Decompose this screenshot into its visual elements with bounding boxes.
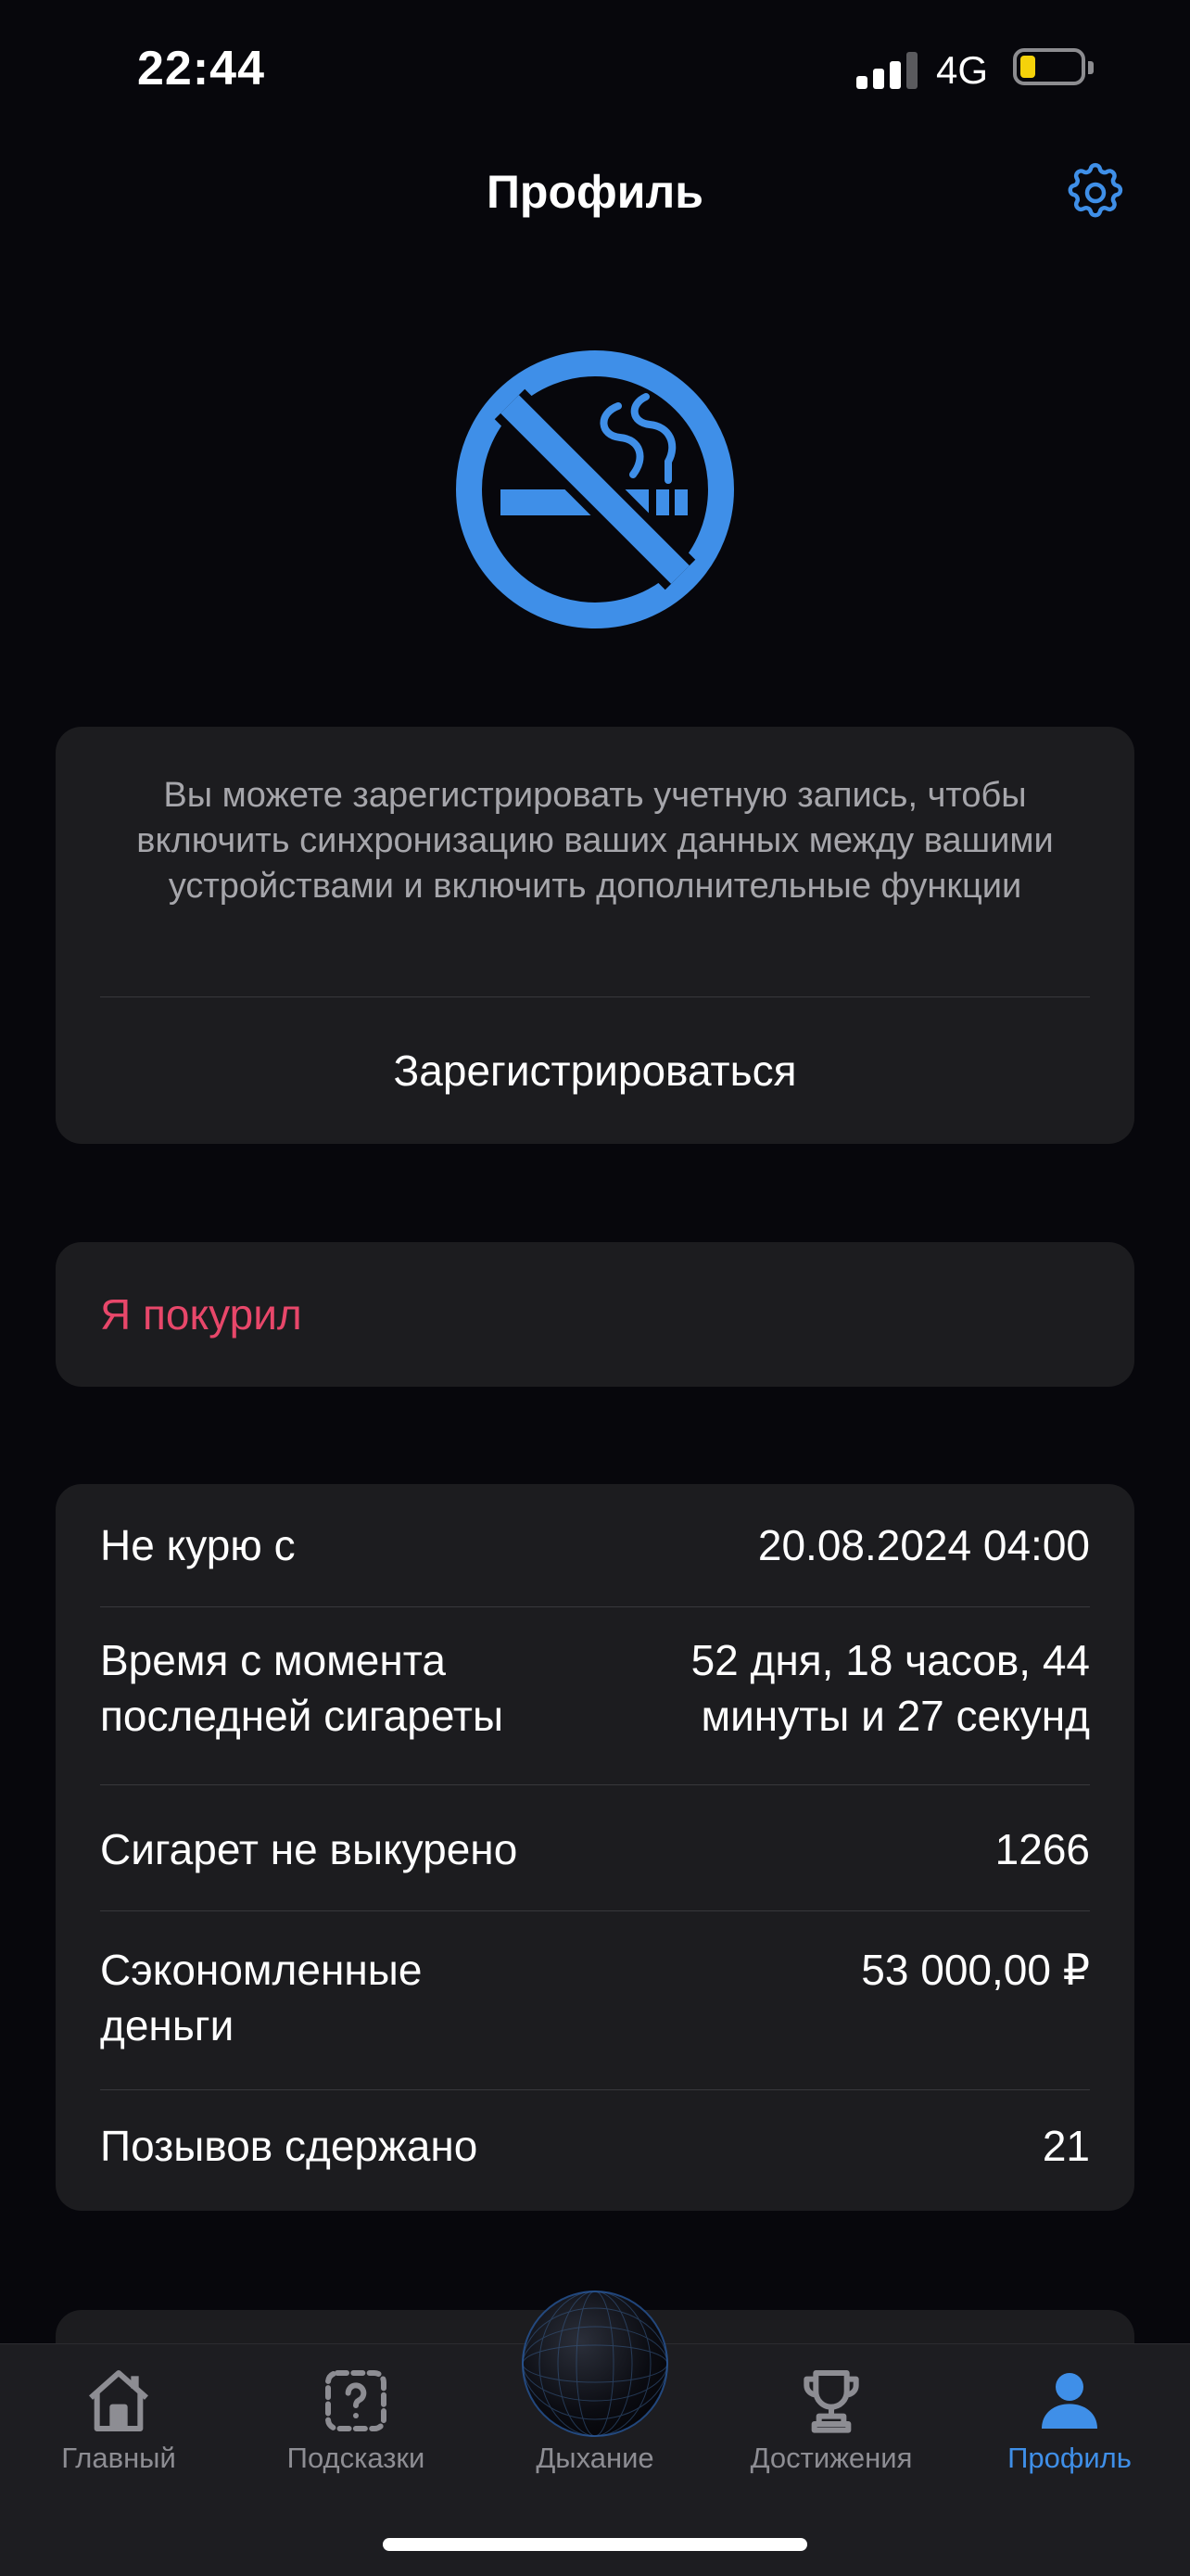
tab-label: Достижения [750, 2442, 913, 2474]
divider [100, 1910, 1090, 1911]
stat-label: Время с момента последней сигареты [100, 1636, 504, 1740]
battery-icon [1013, 48, 1085, 85]
i-smoked-button[interactable]: Я покурил [100, 1242, 302, 1387]
settings-button[interactable] [1062, 159, 1129, 226]
stat-value: 20.08.2024 04:00 [757, 1521, 1090, 1569]
cellular-signal-icon [856, 52, 919, 89]
question-icon [325, 2370, 386, 2431]
status-bar: 22:44 4G [0, 0, 1190, 139]
battery-tip [1088, 61, 1094, 74]
tab-tips[interactable]: Подсказки [245, 2345, 467, 2494]
person-icon [1042, 2373, 1097, 2429]
register-card: Вы можете зарегистрировать учетную запис… [56, 727, 1134, 1144]
tab-label: Главный [61, 2442, 176, 2474]
network-type: 4G [936, 48, 989, 92]
divider [100, 1784, 1090, 1785]
page-title: Профиль [486, 166, 703, 218]
stat-row-money: Сэкономленные деньги 53 000,00 ₽ [100, 1942, 1090, 2057]
status-time: 22:44 [137, 42, 265, 95]
stat-value: 1266 [994, 1825, 1090, 1873]
tab-label: Подсказки [286, 2442, 425, 2474]
stat-row-quit-since: Не курю с 20.08.2024 04:00 [100, 1512, 1090, 1579]
trophy-icon [804, 2370, 859, 2433]
tab-label: Профиль [1007, 2442, 1132, 2474]
stat-row-cigarettes: Сигарет не выкурено 1266 [100, 1816, 1090, 1883]
tab-home[interactable]: Главный [7, 2345, 230, 2494]
register-button[interactable]: Зарегистрироваться [56, 997, 1134, 1144]
stat-label: Не курю с [100, 1521, 296, 1569]
stat-row-time-since: Время с момента последней сигареты 52 дн… [100, 1632, 1090, 1747]
home-icon [89, 2370, 148, 2431]
register-description: Вы можете зарегистрировать учетную запис… [136, 776, 1054, 906]
tab-profile[interactable]: Профиль [958, 2345, 1181, 2494]
stat-value: 52 дня, 18 часов, 44 минуты и 27 секунд [690, 1636, 1090, 1740]
home-indicator[interactable] [383, 2538, 807, 2551]
stat-label: Позывов сдержано [100, 2122, 478, 2170]
divider [100, 2089, 1090, 2090]
tab-label: Дыхание [536, 2442, 654, 2474]
stat-label: Сигарет не выкурено [100, 1825, 518, 1873]
tab-achievements[interactable]: Достижения [720, 2345, 943, 2494]
divider [100, 1606, 1090, 1607]
stats-card: Не курю с 20.08.2024 04:00 Время с момен… [56, 1484, 1134, 2211]
stat-label: Сэкономленные деньги [100, 1946, 423, 2049]
smoked-card[interactable]: Я покурил [56, 1242, 1134, 1387]
no-smoking-icon [456, 350, 734, 628]
gear-icon [1068, 162, 1123, 218]
tab-breathing[interactable]: Дыхание [484, 2345, 706, 2494]
stat-value: 21 [1042, 2122, 1090, 2170]
stat-value: 53 000,00 ₽ [861, 1946, 1090, 1994]
stat-row-cravings: Позывов сдержано 21 [100, 2113, 1090, 2179]
